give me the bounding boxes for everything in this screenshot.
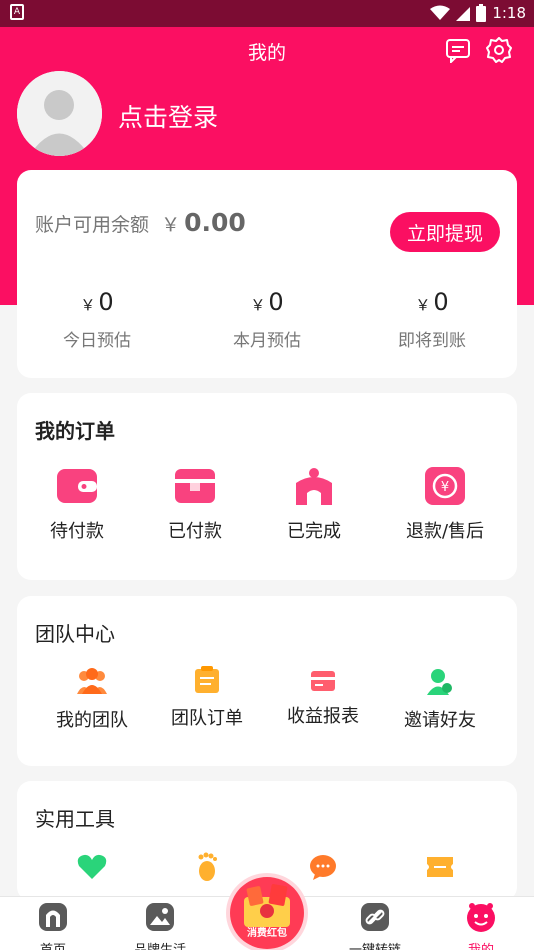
battery-icon: [476, 4, 487, 22]
team-orders[interactable]: 团队订单: [147, 666, 267, 730]
team-earnings-report[interactable]: 收益报表: [263, 670, 383, 728]
team-invite-friends[interactable]: 邀请好友: [380, 668, 500, 732]
balance-amount: 0.00: [184, 208, 246, 237]
svg-text:¥: ¥: [441, 480, 449, 495]
tools-title: 实用工具: [35, 807, 115, 831]
team-card: 团队中心 我的团队 团队订单 收益报表 邀请好友: [17, 596, 517, 766]
orders-title: 我的订单: [35, 419, 115, 443]
team-my-team[interactable]: 我的团队: [32, 668, 152, 732]
tab-one-click-link[interactable]: 一键转链: [330, 901, 420, 950]
profile-face-icon: [467, 903, 495, 932]
signal-icon: [456, 7, 471, 21]
box-icon: [175, 469, 215, 503]
team-icon: [77, 668, 107, 694]
status-bar: A 1:18: [0, 0, 534, 27]
tool-favorites[interactable]: [32, 854, 152, 880]
stat-upcoming: ￥ 0 即将到账: [398, 288, 466, 351]
ticket-icon: [427, 857, 453, 877]
footprint-icon: [198, 852, 217, 881]
order-paid[interactable]: 已付款: [135, 465, 255, 543]
tab-home[interactable]: 首页: [8, 901, 98, 950]
order-refund[interactable]: ¥ 退款/售后: [385, 465, 505, 543]
link-icon: [361, 903, 389, 931]
stat-today: ￥ 0 今日预估: [63, 288, 131, 351]
order-completed[interactable]: 已完成: [254, 465, 374, 543]
invite-icon: [427, 669, 452, 695]
balance-label: 账户可用余额 ￥ 0.00: [35, 208, 246, 237]
status-time: 1:18: [492, 4, 526, 22]
message-icon[interactable]: [445, 37, 471, 63]
tab-brand-life[interactable]: 品牌生活: [115, 901, 205, 950]
home-icon: [39, 903, 67, 931]
red-packet-button[interactable]: 消费红包: [230, 877, 304, 949]
chat-icon: [310, 855, 336, 880]
wallet-icon: [57, 469, 97, 503]
wifi-icon: [430, 5, 451, 20]
card-icon: [311, 671, 335, 691]
settings-gear-icon[interactable]: [486, 37, 512, 63]
shop-icon: [296, 468, 332, 505]
order-pending-payment[interactable]: 待付款: [17, 465, 137, 543]
heart-icon: [77, 854, 107, 879]
tab-mine[interactable]: 我的: [436, 901, 526, 950]
team-title: 团队中心: [35, 622, 115, 646]
refund-icon: ¥: [425, 467, 465, 505]
avatar[interactable]: [17, 71, 102, 156]
clipboard-icon: [195, 666, 219, 693]
image-icon: [146, 903, 174, 931]
orders-card: 我的订单 待付款 已付款 已完成 ¥ 退款/售后: [17, 393, 517, 580]
stat-month: ￥ 0 本月预估: [233, 288, 301, 351]
tool-coupons[interactable]: [380, 856, 500, 878]
withdraw-button[interactable]: 立即提现: [390, 212, 500, 252]
notification-icon: A: [10, 4, 24, 20]
balance-card: 账户可用余额 ￥ 0.00 立即提现 ￥ 0 今日预估 ￥ 0 本月预估 ￥ 0 即将到…: [17, 170, 517, 378]
default-avatar-icon: [17, 71, 102, 156]
login-link[interactable]: 点击登录: [118, 98, 218, 134]
